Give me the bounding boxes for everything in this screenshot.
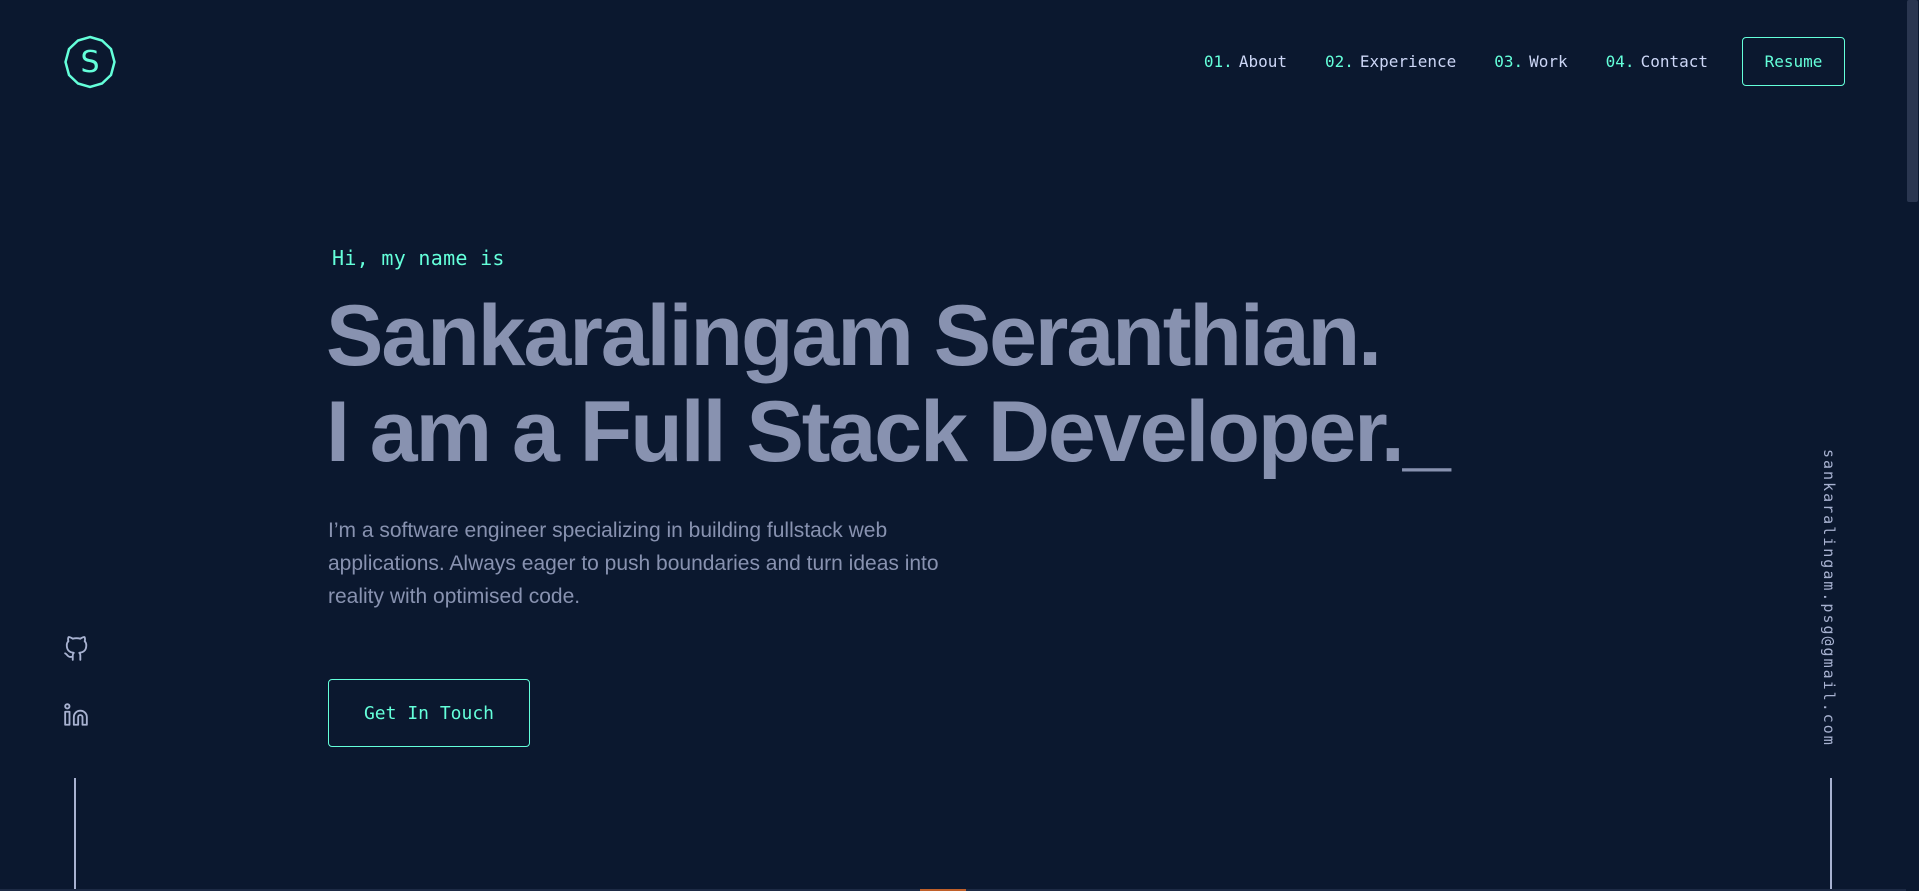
hero-role-line: I am a Full Stack Developer._ [326,384,1451,480]
hero-description: I’m a software engineer specializing in … [328,519,939,608]
nav-item-label: Experience [1359,51,1457,71]
linkedin-icon[interactable] [63,702,89,728]
nav-item-label: Contact [1640,51,1708,71]
get-in-touch-button[interactable]: Get In Touch [328,679,530,747]
nav-item-number: 04. [1605,51,1635,71]
svg-text:S: S [80,45,99,80]
hero-role: I am a Full Stack Developer. [326,384,1405,480]
hero-headline: Sankaralingam Seranthian. I am a Full St… [326,288,1451,480]
nav-item-label: Work [1529,51,1568,71]
nav-item-number: 02. [1324,51,1354,71]
nav-item-label: About [1238,51,1287,71]
nav-item-number: 01. [1203,51,1233,71]
scrollbar-thumb[interactable] [1907,0,1918,202]
left-divider-line [74,778,76,891]
github-icon[interactable] [63,636,89,662]
scrollbar[interactable] [1906,0,1919,891]
nav-item-about[interactable]: 01. About [1204,52,1287,71]
typing-cursor: _ [1402,384,1451,480]
email-link[interactable]: sankaralingam.psg@gmail.com [1820,449,1838,747]
hero-greeting: Hi, my name is [332,246,505,270]
portfolio-page: S 01. About 02. Experience 03. Work 04. … [0,0,1919,891]
main-nav: 01. About 02. Experience 03. Work 04. Co… [1204,36,1845,86]
nav-item-work[interactable]: 03. Work [1494,52,1567,71]
resume-button[interactable]: Resume [1742,36,1845,86]
nav-item-experience[interactable]: 02. Experience [1325,52,1456,71]
hero-name: Sankaralingam Seranthian. [326,288,1382,384]
right-divider-line [1830,778,1832,891]
nav-item-number: 03. [1494,51,1524,71]
s-logo-icon[interactable]: S [62,34,118,90]
nav-item-contact[interactable]: 04. Contact [1606,52,1708,71]
